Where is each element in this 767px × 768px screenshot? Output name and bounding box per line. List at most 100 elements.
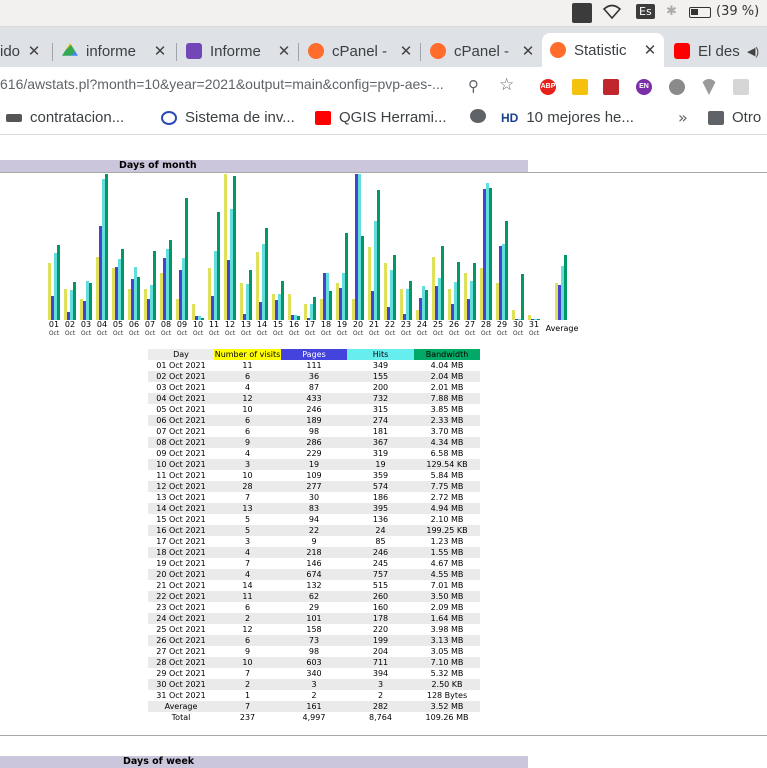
chart-day-label: 14 bbox=[256, 320, 268, 329]
list-icon[interactable] bbox=[572, 3, 592, 23]
table-cell: 2.09 MB bbox=[430, 602, 464, 612]
table-cell: 4.55 MB bbox=[414, 569, 480, 580]
chart-bar bbox=[313, 297, 316, 320]
chart-day-label: 23 bbox=[400, 320, 412, 329]
chart-bar bbox=[185, 198, 188, 320]
bookmark-qgis[interactable]: QGIS Herrami... bbox=[315, 109, 447, 126]
table-cell: 246 bbox=[347, 547, 414, 558]
table-cell: 7.01 MB bbox=[430, 580, 464, 590]
zoom-icon[interactable]: ⚲ bbox=[468, 77, 479, 95]
table-cell: 13 bbox=[214, 503, 281, 514]
tab-5-active[interactable]: Statistic ✕ bbox=[542, 33, 664, 67]
close-icon[interactable]: ✕ bbox=[642, 41, 658, 59]
table-cell: 12 Oct 2021 bbox=[148, 481, 214, 492]
chart-day-label: 08 bbox=[160, 320, 172, 329]
table-row: 09 Oct 2021 4 229 319 6.58 MB bbox=[148, 448, 480, 459]
table-cell: 3.50 MB bbox=[414, 591, 480, 602]
chart-month-label: Oct bbox=[128, 330, 140, 337]
table-row: 07 Oct 2021 6 98 181 3.70 MB bbox=[148, 426, 480, 437]
table-row: 21 Oct 2021 14 132 515 7.01 MB bbox=[148, 580, 480, 591]
table-cell: 19 bbox=[281, 459, 347, 470]
tab-1[interactable]: informe ✕ bbox=[56, 35, 174, 67]
table-header-cell: Pages bbox=[281, 349, 347, 360]
google-drive-icon bbox=[62, 43, 78, 56]
table-row: 15 Oct 2021 5 94 136 2.10 MB bbox=[148, 514, 480, 525]
table-cell: 109 bbox=[306, 470, 322, 480]
chart-bar bbox=[489, 188, 492, 320]
table-cell: 8,764 bbox=[369, 712, 392, 722]
table-cell: 229 bbox=[306, 448, 322, 458]
screenshot-extension-icon[interactable] bbox=[733, 79, 749, 95]
speaker-icon[interactable]: ◀) bbox=[745, 45, 761, 58]
chart-month-label: Oct bbox=[448, 330, 460, 337]
battery-icon[interactable] bbox=[689, 7, 711, 18]
bookmark-star-icon[interactable]: ☆ bbox=[499, 75, 514, 95]
table-cell: 28 bbox=[214, 481, 281, 492]
table-cell: 109.26 MB bbox=[425, 712, 469, 722]
table-row: Total 237 4,997 8,764 109.26 MB bbox=[148, 712, 480, 723]
language-en-icon[interactable]: EN bbox=[636, 79, 652, 95]
bookmark-extension-icon[interactable] bbox=[572, 79, 588, 95]
section-header-days-of-week: Days of week bbox=[0, 756, 528, 768]
table-cell: 21 Oct 2021 bbox=[156, 580, 206, 590]
bookmark-10-mejores[interactable]: HD 10 mejores he... bbox=[501, 109, 634, 126]
table-cell: 11 Oct 2021 bbox=[156, 470, 206, 480]
table-cell: 5 bbox=[214, 525, 281, 536]
table-cell: 13 Oct 2021 bbox=[156, 492, 206, 502]
close-icon[interactable]: ✕ bbox=[152, 42, 168, 60]
mendeley-icon[interactable] bbox=[603, 79, 619, 95]
table-cell: 7 bbox=[214, 701, 281, 712]
tab-6[interactable]: El des ◀) bbox=[668, 35, 767, 67]
close-icon[interactable]: ✕ bbox=[276, 42, 292, 60]
table-cell: 9 bbox=[214, 437, 281, 448]
table-cell: 178 bbox=[347, 613, 414, 624]
bookmark-label: Sistema de inv... bbox=[185, 109, 295, 126]
table-row: 16 Oct 2021 5 22 24 199.25 KB bbox=[148, 525, 480, 536]
bookmark-label: QGIS Herrami... bbox=[339, 109, 447, 126]
bookmark-contratacion[interactable]: contratacion... bbox=[6, 109, 124, 126]
chart-bar bbox=[89, 283, 92, 320]
close-icon[interactable]: ✕ bbox=[398, 42, 414, 60]
table-cell: 87 bbox=[308, 382, 320, 392]
close-icon[interactable]: ✕ bbox=[520, 42, 536, 60]
table-cell: 83 bbox=[281, 503, 347, 514]
chart-month-label: Oct bbox=[272, 330, 284, 337]
tab-label: ido bbox=[0, 42, 21, 60]
table-row: Average 7 161 282 3.52 MB bbox=[148, 701, 480, 712]
bookmark-sistema[interactable]: Sistema de inv... bbox=[161, 109, 295, 126]
bookmark-folder-otros[interactable]: Otro bbox=[708, 109, 761, 126]
leaf-extension-icon[interactable] bbox=[669, 79, 685, 95]
more-bookmarks-icon[interactable]: » bbox=[678, 108, 688, 127]
table-row: 13 Oct 2021 7 30 186 2.72 MB bbox=[148, 492, 480, 503]
adblock-plus-icon[interactable]: ABP bbox=[540, 79, 556, 95]
tab-2[interactable]: Informe ✕ bbox=[180, 35, 298, 67]
tab-4[interactable]: cPanel - ✕ bbox=[424, 35, 542, 67]
table-row: 19 Oct 2021 7 146 245 4.67 MB bbox=[148, 558, 480, 569]
hd-icon: HD bbox=[501, 110, 519, 125]
keyboard-layout-indicator[interactable]: Es bbox=[636, 4, 655, 19]
table-cell: 10 bbox=[242, 404, 253, 414]
table-cell: 05 Oct 2021 bbox=[156, 404, 206, 414]
cpanel-icon bbox=[308, 43, 324, 59]
chart-bar bbox=[345, 233, 348, 320]
url-field[interactable]: 616/awstats.pl?month=10&year=2021&output… bbox=[0, 76, 444, 92]
bluetooth-icon[interactable]: ✱ bbox=[666, 4, 677, 19]
table-cell: 4 bbox=[214, 547, 281, 558]
table-cell: 367 bbox=[347, 437, 414, 448]
table-cell: 136 bbox=[372, 514, 389, 524]
chart-month-label: Oct bbox=[496, 330, 508, 337]
table-cell: 24 Oct 2021 bbox=[148, 613, 214, 624]
table-cell: 3 bbox=[214, 459, 281, 470]
tab-3[interactable]: cPanel - ✕ bbox=[302, 35, 420, 67]
table-cell: 319 bbox=[372, 448, 389, 458]
chart-month-label: Oct bbox=[480, 330, 492, 337]
chart-day-label: 12 bbox=[224, 320, 236, 329]
bookmark-globe[interactable] bbox=[470, 109, 494, 123]
table-cell: 27 Oct 2021 bbox=[156, 646, 206, 656]
tab-0[interactable]: ido ✕ bbox=[0, 35, 48, 67]
table-cell: 2.10 MB bbox=[430, 514, 464, 524]
close-icon[interactable]: ✕ bbox=[26, 42, 42, 60]
wifi-icon[interactable] bbox=[602, 4, 622, 24]
chart-day-label: 29 bbox=[496, 320, 508, 329]
chart-bar bbox=[329, 291, 332, 320]
